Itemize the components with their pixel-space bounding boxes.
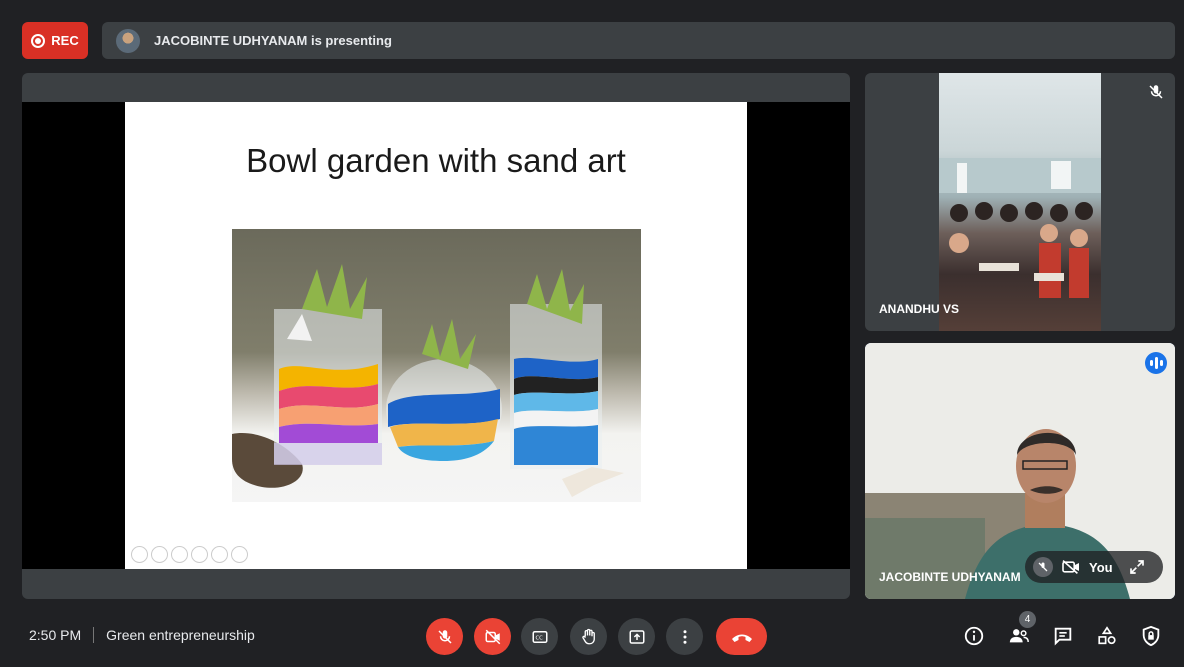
meeting-details: 2:50 PM Green entrepreneurship — [29, 627, 255, 643]
slide-grid-icon[interactable] — [191, 546, 208, 563]
host-controls-button[interactable] — [1137, 622, 1165, 650]
slide-more-icon[interactable] — [231, 546, 248, 563]
people-button[interactable] — [1005, 622, 1033, 650]
slide-title: Bowl garden with sand art — [246, 142, 626, 179]
presenter-avatar — [116, 28, 140, 53]
slide-next-icon[interactable] — [151, 546, 168, 563]
more-options-icon — [683, 629, 686, 644]
present-icon — [629, 629, 644, 644]
meeting-name: Green entrepreneurship — [106, 627, 255, 643]
raise-hand-button[interactable] — [570, 618, 607, 655]
mic-off-icon — [1149, 85, 1163, 99]
mic-toggle-button[interactable] — [426, 618, 463, 655]
slide-pen-icon[interactable] — [171, 546, 188, 563]
svg-text:CC: CC — [535, 635, 543, 641]
participant-tile[interactable]: ANANDHU VS — [865, 73, 1175, 331]
presenting-banner: JACOBINTE UDHYANAM is presenting — [102, 22, 1175, 59]
slide: Bowl garden with sand art — [125, 102, 747, 569]
leave-call-button[interactable] — [716, 618, 767, 655]
chat-button[interactable] — [1049, 622, 1077, 650]
meeting-details-button[interactable] — [960, 622, 988, 650]
camera-toggle-button[interactable] — [474, 618, 511, 655]
raise-hand-icon — [581, 628, 595, 644]
divider — [93, 627, 95, 643]
speaking-indicator-icon — [1145, 352, 1167, 374]
info-icon — [964, 626, 984, 646]
hang-up-icon — [731, 634, 752, 642]
record-icon — [31, 33, 46, 48]
recording-indicator[interactable]: REC — [22, 22, 88, 59]
mic-off-icon — [437, 629, 452, 644]
slide-navigation — [131, 546, 248, 563]
presentation-viewport: Bowl garden with sand art — [22, 102, 850, 569]
host-controls-icon — [1142, 625, 1160, 647]
self-controls: You — [1025, 551, 1163, 583]
participant-video — [939, 73, 1101, 331]
slide-zoom-icon[interactable] — [211, 546, 228, 563]
classroom-scene — [939, 158, 1101, 298]
expand-icon[interactable] — [1129, 559, 1145, 575]
present-button[interactable] — [618, 618, 655, 655]
participant-name: JACOBINTE UDHYANAM — [879, 570, 1021, 584]
captions-button[interactable]: CC — [521, 618, 558, 655]
camera-off-icon — [485, 629, 500, 644]
chat-icon — [1054, 627, 1072, 646]
more-options-button[interactable] — [666, 618, 703, 655]
slide-prev-icon[interactable] — [131, 546, 148, 563]
sand-art-jars-illustration — [232, 264, 624, 497]
presentation-stage[interactable]: Bowl garden with sand art — [22, 73, 850, 599]
slide-photo — [232, 229, 641, 502]
captions-icon: CC — [532, 630, 547, 643]
people-icon — [1009, 629, 1029, 643]
recording-label: REC — [51, 33, 79, 48]
self-label: You — [1089, 559, 1113, 575]
self-mic-off-icon[interactable] — [1033, 557, 1053, 577]
meeting-time: 2:50 PM — [29, 627, 82, 643]
presenting-text: JACOBINTE UDHYANAM is presenting — [154, 33, 392, 48]
activities-button[interactable] — [1093, 622, 1121, 650]
activities-icon — [1098, 626, 1116, 645]
self-tile[interactable]: JACOBINTE UDHYANAM You — [865, 343, 1175, 599]
participant-name: ANANDHU VS — [879, 302, 960, 316]
self-camera-off-icon[interactable] — [1061, 559, 1081, 575]
